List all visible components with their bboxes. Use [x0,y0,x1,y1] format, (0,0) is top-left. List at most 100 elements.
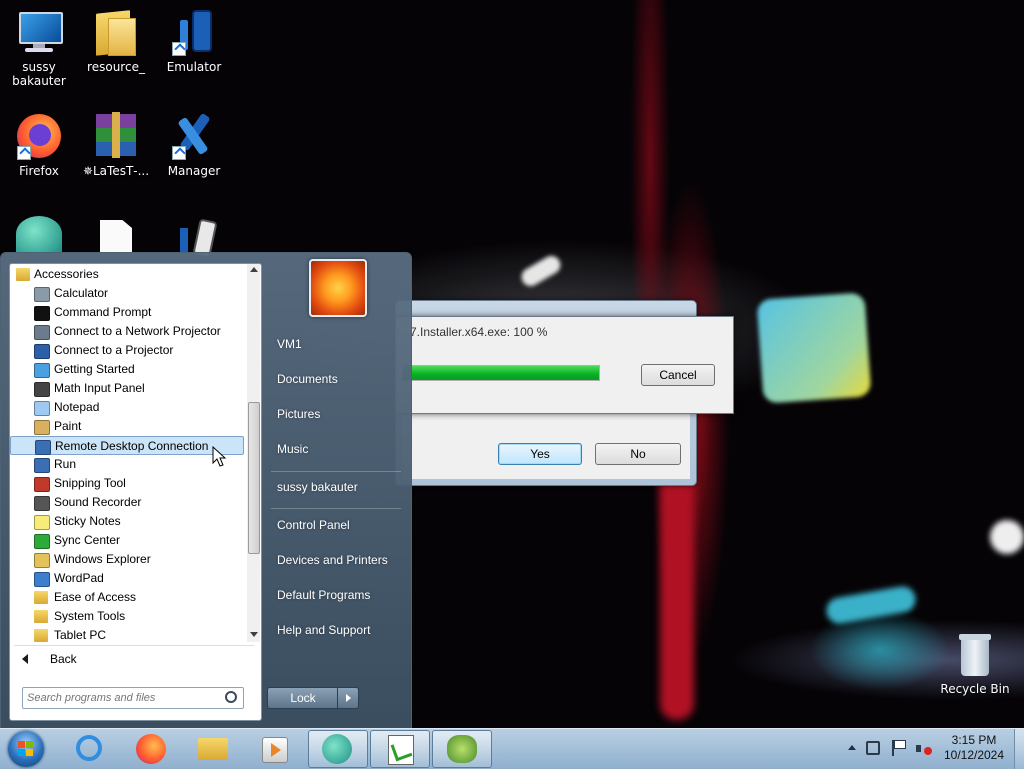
start-right-item[interactable]: Devices and Printers [277,553,388,567]
phone-tool-icon[interactable] [176,218,218,258]
program-item[interactable]: Connect to a Network Projector [10,322,244,341]
program-item[interactable]: Snipping Tool [10,474,244,493]
taskbar-emulator-app[interactable] [308,730,368,768]
start-right-item[interactable]: Documents [277,372,338,386]
menu-separator [271,471,401,472]
program-item[interactable]: Paint [10,417,244,436]
program-item[interactable]: Tablet PC [10,626,244,645]
lock-button[interactable]: Lock [267,687,339,709]
wallpaper-shape [518,252,564,290]
start-right-item[interactable]: Default Programs [277,588,370,602]
programs-list: Accessories Calculator Command Prompt Conne… [10,264,246,642]
start-right-item[interactable]: sussy bakauter [277,480,358,494]
desktop-icon-recycle-bin[interactable]: Recycle Bin [936,632,1014,696]
install-status-text: 7.Installer.x64.exe: 100 % [410,325,548,339]
clock-time: 3:15 PM [951,733,997,747]
taskbar-notepad-plus[interactable] [370,730,430,768]
program-label: Snipping Tool [54,476,126,490]
taskbar-firefox[interactable] [122,730,180,766]
projector-icon [34,344,50,359]
program-item[interactable]: WordPad [10,569,244,588]
program-label: Command Prompt [54,305,152,319]
program-label: Connect to a Network Projector [54,324,221,338]
volume-muted-icon[interactable] [916,741,932,757]
desktop-icon-folder[interactable]: resource_ [80,8,152,74]
program-item[interactable]: Sticky Notes [10,512,244,531]
windows-explorer-icon [34,553,50,568]
program-item[interactable]: System Tools [10,607,244,626]
clock[interactable]: 3:15 PM 10/12/2024 [936,733,1012,763]
desktop-icon-emulator[interactable]: Emulator [158,8,230,74]
program-item[interactable]: Notepad [10,398,244,417]
wordpad-icon [34,572,50,587]
program-label: Tablet PC [54,628,107,642]
desktop-icon-label: Manager [167,164,221,178]
program-label: Accessories [34,267,99,281]
programs-pane: Accessories Calculator Command Prompt Conne… [9,263,262,721]
program-item[interactable]: Accessories [10,265,244,284]
program-item[interactable]: Command Prompt [10,303,244,322]
desktop-icon-winrar[interactable]: ✵LaTesT‐... [80,112,152,178]
show-desktop-button[interactable] [1014,729,1024,769]
network-projector-icon [34,325,50,340]
program-item[interactable]: Getting Started [10,360,244,379]
program-label: Getting Started [54,362,135,376]
search-input[interactable] [25,689,219,707]
scroll-up-arrow[interactable] [250,267,258,272]
back-button[interactable]: Back [14,648,254,670]
network-icon[interactable] [866,741,880,755]
taskbar-app[interactable] [432,730,492,768]
taskbar-internet-explorer[interactable] [60,730,118,766]
program-label: Remote Desktop Connection [55,439,209,453]
desktop-icon-computer[interactable]: sussy bakauter [3,8,75,88]
show-hidden-icons-icon[interactable] [848,745,856,750]
program-item[interactable]: Connect to a Projector [10,341,244,360]
program-item[interactable]: Windows Explorer [10,550,244,569]
start-right-item[interactable]: Pictures [277,407,320,421]
user-avatar[interactable] [309,259,367,317]
program-label: Calculator [54,286,109,300]
scroll-down-arrow[interactable] [250,632,258,637]
program-item[interactable]: Run [10,455,244,474]
start-right-item[interactable]: Music [277,442,308,456]
back-arrow-icon [22,654,28,664]
recycle-bin-icon [951,632,999,678]
desktop-icon-label: ✵LaTesT‐... [82,164,150,178]
programs-scrollbar[interactable] [247,264,260,642]
remote-desktop-icon [35,440,51,455]
program-item[interactable]: Calculator [10,284,244,303]
desktop-icon-partial[interactable] [16,216,62,252]
program-label: Windows Explorer [54,552,151,566]
taskbar-file-explorer[interactable] [184,730,242,766]
program-label: Sync Center [54,533,121,547]
action-center-flag-icon[interactable] [892,740,906,756]
install-progress-bar [402,365,600,381]
start-right-item[interactable]: Help and Support [277,623,370,637]
program-item[interactable]: Math Input Panel [10,379,244,398]
program-item[interactable]: Remote Desktop Connection [10,436,244,455]
cancel-button[interactable]: Cancel [641,364,715,386]
start-right-item[interactable]: Control Panel [277,518,350,532]
program-item[interactable]: Sound Recorder [10,493,244,512]
program-item[interactable]: Ease of Access [10,588,244,607]
notepad-plus-icon [388,735,414,765]
scroll-thumb[interactable] [248,402,260,554]
program-label: Notepad [54,400,100,414]
lock-options-button[interactable] [337,687,359,709]
yes-button[interactable]: Yes [498,443,582,465]
file-explorer-icon [198,738,228,760]
mouse-cursor-icon [212,446,227,467]
paint-icon [34,420,50,435]
start-orb-icon[interactable] [8,731,44,767]
start-right-item[interactable]: VM1 [277,337,302,351]
program-item[interactable]: Sync Center [10,531,244,550]
search-box[interactable] [22,687,244,709]
taskbar-media-player[interactable] [246,730,304,766]
no-button[interactable]: No [595,443,681,465]
folder-icon [16,268,30,281]
desktop-icon-firefox[interactable]: Firefox [3,112,75,178]
file-icon[interactable] [100,220,132,252]
desktop-icon-manager[interactable]: Manager [158,112,230,178]
program-label: Connect to a Projector [54,343,174,357]
calculator-icon [34,287,50,302]
